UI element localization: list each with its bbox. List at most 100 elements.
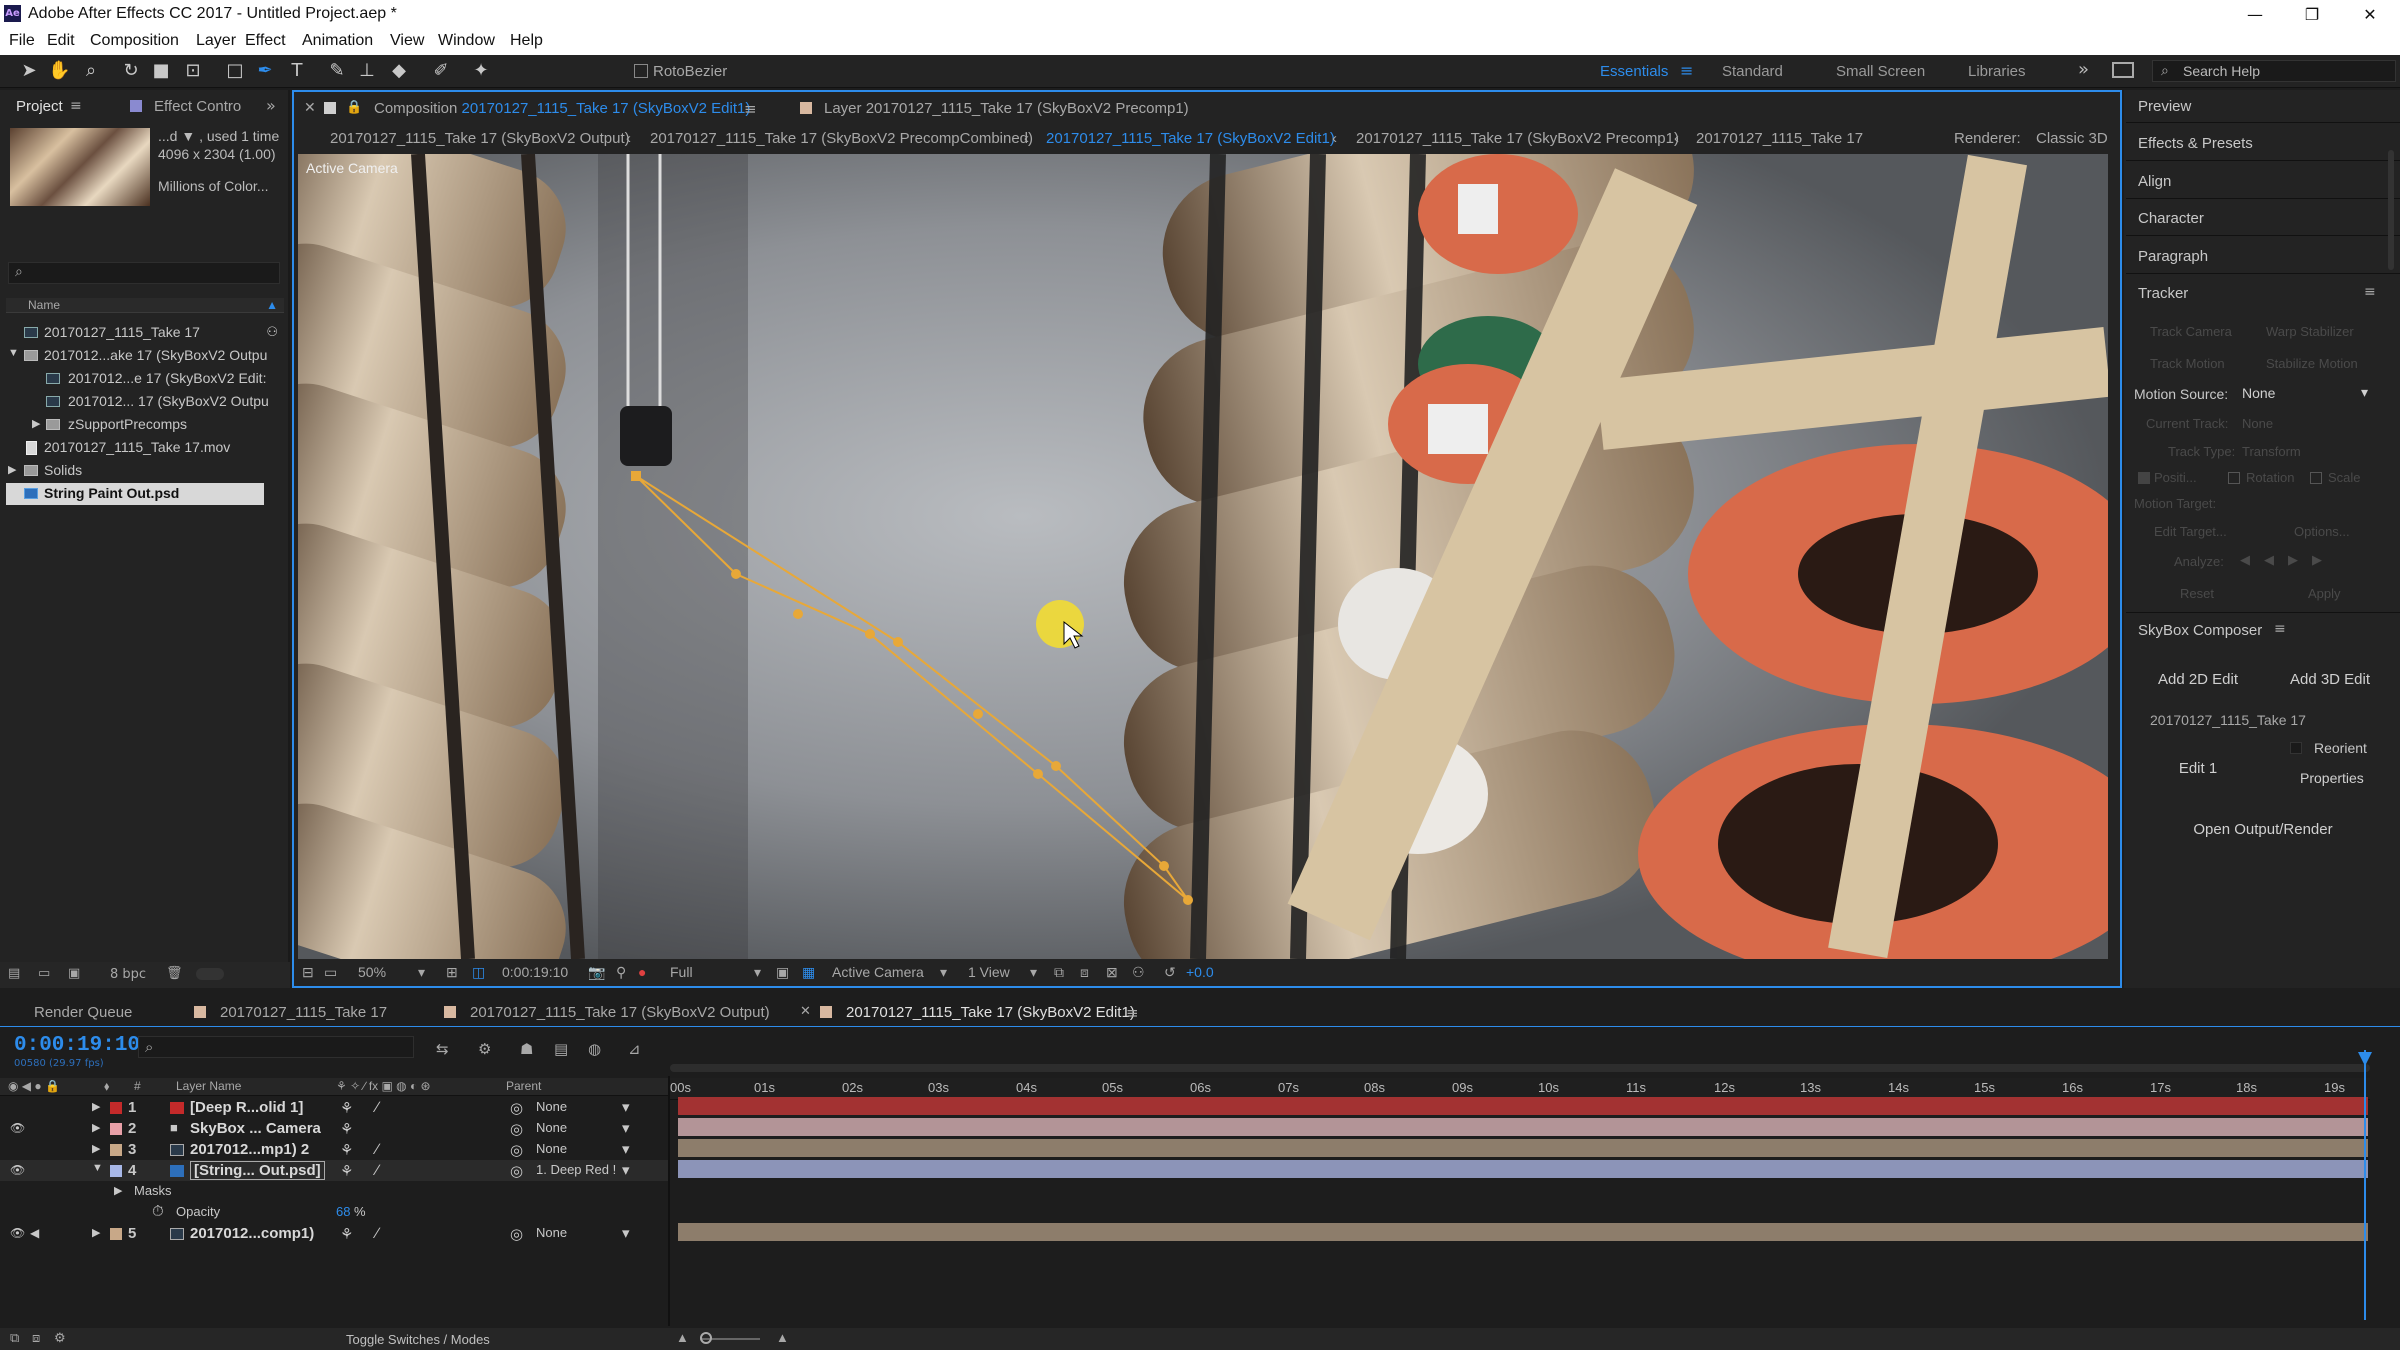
- tab-take17[interactable]: 20170127_1115_Take 17: [220, 1004, 387, 1021]
- track-type-select[interactable]: Transform: [2242, 444, 2301, 459]
- parent-select[interactable]: None: [536, 1141, 567, 1156]
- breadcrumb-edit1[interactable]: 20170127_1115_Take 17 (SkyBoxV2 Edit1): [1046, 130, 1335, 147]
- layer-row[interactable]: ▶ 1 [Deep R...olid 1] ⚘ ∕ ◎ None ▾: [0, 1097, 668, 1118]
- layer-row[interactable]: ▶ 3 2017012...mp1) 2 ⚘ ∕ ◎ None ▾: [0, 1139, 668, 1160]
- tab-composition[interactable]: Composition 20170127_1115_Take 17 (SkyBo…: [374, 100, 750, 117]
- shy-switch-icon[interactable]: ⚘: [340, 1141, 353, 1159]
- panel-preview[interactable]: Preview: [2138, 98, 2191, 115]
- menu-animation[interactable]: Animation: [302, 32, 373, 50]
- workspace-overflow-icon[interactable]: »: [2078, 59, 2089, 80]
- layer-row-selected[interactable]: 👁 ▼ 4 [String... Out.psd] ⚘ ∕ ◎ 1. Deep …: [0, 1160, 668, 1181]
- panel-menu-icon[interactable]: ≡: [744, 100, 757, 118]
- reset-button[interactable]: Reset: [2180, 586, 2214, 601]
- stabilize-motion-button[interactable]: Stabilize Motion: [2266, 356, 2358, 371]
- chevron-down-icon[interactable]: ▾: [622, 1224, 630, 1242]
- workspace-essentials[interactable]: Essentials: [1600, 63, 1668, 80]
- show-snapshot-icon[interactable]: ⚲: [616, 964, 626, 981]
- toggle-switches-modes-button[interactable]: Toggle Switches / Modes: [346, 1332, 490, 1347]
- menu-composition[interactable]: Composition: [90, 32, 179, 50]
- comp-mini-flowchart-icon[interactable]: ⇆: [436, 1040, 449, 1058]
- project-item[interactable]: 2017012...e 17 (SkyBoxV2 Edit:: [6, 368, 286, 390]
- panel-splitter[interactable]: [668, 1076, 670, 1326]
- pick-whip-icon[interactable]: ◎: [510, 1099, 523, 1117]
- reorient-checkbox[interactable]: [2290, 742, 2302, 754]
- parent-select[interactable]: None: [536, 1225, 567, 1240]
- panel-menu-icon[interactable]: ≡: [2274, 621, 2286, 637]
- layer-name[interactable]: 2017012...mp1) 2: [190, 1141, 309, 1158]
- tab-project[interactable]: Project: [16, 98, 63, 115]
- minimize-icon[interactable]: —: [2225, 0, 2285, 29]
- tab-render-queue[interactable]: Render Queue: [34, 1004, 132, 1021]
- panel-paragraph[interactable]: Paragraph: [2138, 248, 2208, 265]
- edit-target-button[interactable]: Edit Target...: [2154, 524, 2227, 539]
- region-of-interest-icon[interactable]: ▣: [776, 964, 789, 981]
- rotobezier-checkbox[interactable]: [634, 64, 648, 78]
- transparency-grid-icon[interactable]: ▦: [802, 964, 815, 981]
- breadcrumb-precomp-combined[interactable]: 20170127_1115_Take 17 (SkyBoxV2 PrecompC…: [650, 130, 1033, 147]
- panel-effects-presets[interactable]: Effects & Presets: [2138, 135, 2253, 152]
- track-motion-button[interactable]: Track Motion: [2150, 356, 2225, 371]
- chevron-down-icon[interactable]: ▾: [940, 964, 947, 981]
- motion-source-select[interactable]: None ▾: [2238, 382, 2372, 404]
- current-track-select[interactable]: None: [2242, 416, 2273, 431]
- comp-viewport[interactable]: Active Camera: [298, 154, 2108, 959]
- label-color-swatch[interactable]: [110, 1228, 122, 1240]
- layer-switches-icon[interactable]: ⧉: [10, 1330, 19, 1346]
- view-layout-select[interactable]: 1 View: [968, 964, 1010, 980]
- clone-stamp-tool-icon[interactable]: ⊥: [356, 60, 378, 82]
- search-help-input[interactable]: ⌕ Search Help: [2152, 60, 2396, 82]
- zoom-select[interactable]: 50%: [358, 964, 386, 980]
- tab-layer[interactable]: Layer 20170127_1115_Take 17 (SkyBoxV2 Pr…: [824, 100, 1189, 117]
- chevron-down-icon[interactable]: ▾: [754, 964, 761, 981]
- pick-whip-icon[interactable]: ◎: [510, 1225, 523, 1243]
- disclosure-open-icon[interactable]: ▼: [92, 1162, 103, 1174]
- timeline-timecode[interactable]: 0:00:19:10: [14, 1034, 140, 1057]
- reset-exposure-icon[interactable]: ↺: [1164, 964, 1176, 981]
- transfer-controls-icon[interactable]: ⧈: [32, 1330, 40, 1346]
- tab-skybox-output[interactable]: 20170127_1115_Take 17 (SkyBoxV2 Output): [470, 1004, 770, 1021]
- current-time[interactable]: 0:00:19:10: [502, 964, 568, 980]
- apply-button[interactable]: Apply: [2308, 586, 2341, 601]
- menu-view[interactable]: View: [390, 32, 424, 50]
- zoom-out-icon[interactable]: ▲: [676, 1330, 689, 1345]
- visibility-icon[interactable]: 👁: [10, 1226, 25, 1240]
- close-tab-icon[interactable]: ✕: [800, 1004, 811, 1019]
- project-item-selected[interactable]: String Paint Out.psd: [6, 483, 264, 505]
- tab-effect-controls[interactable]: Effect Contro: [154, 98, 241, 115]
- workspace-libraries[interactable]: Libraries: [1968, 63, 2026, 80]
- layer-name[interactable]: [Deep R...olid 1]: [190, 1099, 303, 1116]
- panel-scrollbar[interactable]: [2388, 150, 2394, 270]
- audio-icon[interactable]: ◀: [30, 1226, 39, 1240]
- chevron-down-icon[interactable]: ▾: [622, 1140, 630, 1158]
- new-composition-icon[interactable]: ▣: [68, 966, 80, 981]
- draft-3d-icon[interactable]: ⚙: [478, 1040, 491, 1058]
- pen-tool-icon[interactable]: ✒: [254, 60, 276, 82]
- camera-tool-icon[interactable]: ■: [150, 60, 172, 82]
- disclosure-closed-icon[interactable]: ▶: [32, 417, 40, 430]
- eraser-tool-icon[interactable]: ◆: [388, 60, 410, 82]
- panel-overflow-icon[interactable]: »: [266, 96, 276, 115]
- panel-character[interactable]: Character: [2138, 210, 2204, 227]
- chevron-down-icon[interactable]: ▾: [622, 1119, 630, 1137]
- project-item[interactable]: ▶ Solids: [6, 460, 286, 482]
- trash-icon[interactable]: 🗑: [166, 966, 183, 981]
- options-button[interactable]: Options...: [2294, 524, 2350, 539]
- layer-name[interactable]: 2017012...comp1): [190, 1225, 314, 1242]
- sort-ascending-icon[interactable]: ▲: [266, 298, 278, 312]
- flowchart-icon[interactable]: ⚇: [266, 324, 278, 340]
- parent-select[interactable]: None: [536, 1120, 567, 1135]
- pick-whip-icon[interactable]: ◎: [510, 1141, 523, 1159]
- disclosure-closed-icon[interactable]: ▶: [92, 1100, 100, 1113]
- stopwatch-icon[interactable]: ⏱: [152, 1203, 164, 1220]
- zoom-slider-handle[interactable]: [700, 1332, 712, 1344]
- exposure-value[interactable]: +0.0: [1186, 964, 1214, 980]
- breadcrumb-precomp1[interactable]: 20170127_1115_Take 17 (SkyBoxV2 Precomp1…: [1356, 130, 1679, 147]
- workspace-standard[interactable]: Standard: [1722, 63, 1783, 80]
- menu-effect[interactable]: Effect: [245, 32, 286, 50]
- menu-layer[interactable]: Layer: [196, 32, 236, 50]
- menu-file[interactable]: File: [9, 32, 35, 50]
- quality-switch-icon[interactable]: ∕: [376, 1225, 379, 1242]
- toggle-pixel-aspect-icon[interactable]: ⧉: [1054, 964, 1064, 981]
- open-output-render-button[interactable]: Open Output/Render: [2138, 814, 2388, 846]
- scale-checkbox[interactable]: [2310, 472, 2322, 484]
